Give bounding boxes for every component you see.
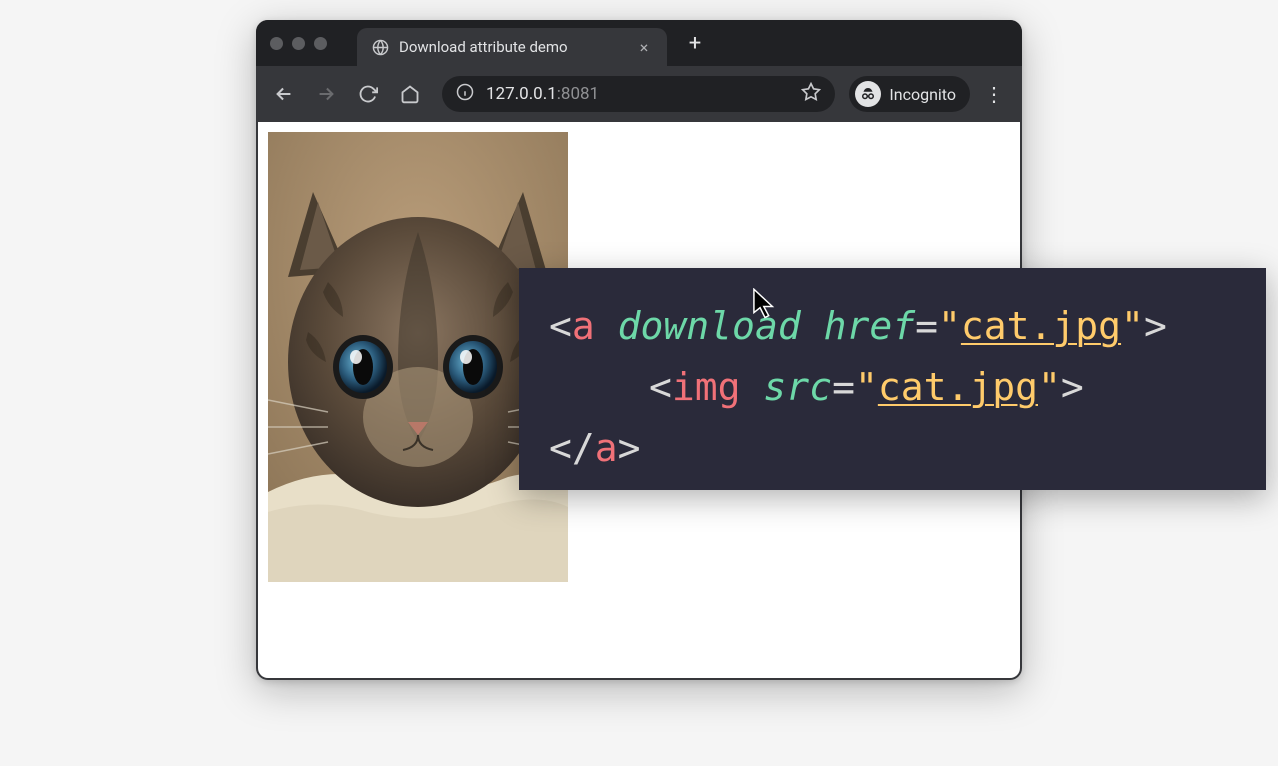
code-line-1: <a download href="cat.jpg"> bbox=[549, 296, 1236, 357]
globe-icon bbox=[371, 38, 389, 56]
incognito-badge[interactable]: Incognito bbox=[849, 76, 970, 112]
code-line-3: </a> bbox=[549, 418, 1236, 479]
maximize-window-button[interactable] bbox=[314, 37, 327, 50]
toolbar: 127.0.0.1:8081 Incognito ⋮ bbox=[256, 66, 1022, 122]
forward-button[interactable] bbox=[308, 76, 344, 112]
new-tab-button[interactable]: + bbox=[681, 29, 709, 57]
back-button[interactable] bbox=[266, 76, 302, 112]
browser-tab[interactable]: Download attribute demo × bbox=[357, 28, 667, 66]
titlebar: Download attribute demo × + bbox=[256, 20, 1022, 66]
home-button[interactable] bbox=[392, 76, 428, 112]
code-line-2: <img src="cat.jpg"> bbox=[549, 357, 1236, 418]
close-tab-button[interactable]: × bbox=[635, 38, 653, 56]
incognito-label: Incognito bbox=[889, 85, 956, 104]
reload-button[interactable] bbox=[350, 76, 386, 112]
address-bar[interactable]: 127.0.0.1:8081 bbox=[442, 76, 835, 112]
incognito-icon bbox=[855, 81, 881, 107]
menu-button[interactable]: ⋮ bbox=[976, 76, 1012, 112]
bookmark-star-icon[interactable] bbox=[801, 82, 821, 106]
tab-title: Download attribute demo bbox=[399, 38, 625, 56]
site-info-icon[interactable] bbox=[456, 83, 474, 105]
minimize-window-button[interactable] bbox=[292, 37, 305, 50]
code-snippet-overlay: <a download href="cat.jpg"> <img src="ca… bbox=[519, 268, 1266, 490]
close-window-button[interactable] bbox=[270, 37, 283, 50]
traffic-lights bbox=[270, 37, 327, 50]
url-text: 127.0.0.1:8081 bbox=[486, 84, 789, 104]
